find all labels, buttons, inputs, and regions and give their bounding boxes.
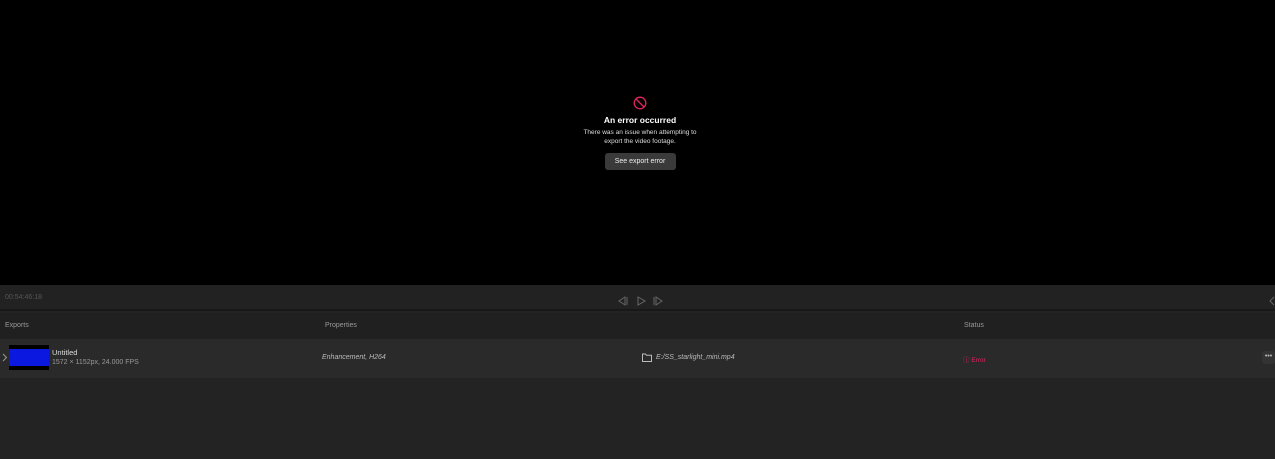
more-options-button[interactable]: ••• [1262,351,1275,364]
collapse-panel-icon[interactable] [1269,293,1275,311]
video-preview: An error occurred There was an issue whe… [0,0,1275,285]
transport-bar: 00:54:46:18 [0,285,1275,311]
error-panel: An error occurred There was an issue whe… [540,96,740,170]
table-row[interactable]: Untitled 1572 × 1152px, 24.000 FPS Enhan… [0,339,1275,378]
play-icon[interactable] [636,293,647,311]
export-meta: 1572 × 1152px, 24.000 FPS [52,359,139,366]
export-properties: Enhancement, H264 [322,354,386,361]
header-properties: Properties [325,322,357,329]
status-text: Error [971,357,986,364]
header-exports: Exports [5,322,29,329]
status-badge: ⓘ Error [963,354,986,364]
see-export-error-button[interactable]: See export error [604,153,676,170]
exports-table-header: Exports Properties Status [0,313,1275,339]
export-thumbnail [9,345,49,370]
export-path[interactable]: E:/SS_starlight_mini.mp4 [656,354,735,361]
error-description: There was an issue when attempting to exp… [540,129,740,146]
header-status: Status [964,322,984,329]
prohibited-icon [633,96,647,110]
timecode: 00:54:46:18 [5,294,42,301]
step-back-icon[interactable] [617,293,628,311]
folder-icon[interactable] [642,353,652,364]
step-forward-icon[interactable] [653,293,664,311]
error-description-line: export the video footage. [604,137,676,145]
export-name: Untitled [52,348,78,357]
expand-chevron-icon[interactable] [2,353,8,364]
error-description-line: There was an issue when attempting to [583,129,697,136]
error-title: An error occurred [603,115,677,125]
